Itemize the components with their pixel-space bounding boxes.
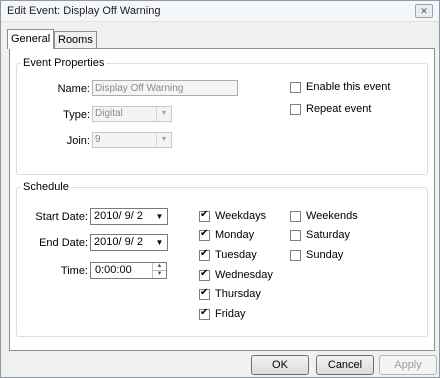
wednesday-label: Wednesday <box>215 269 273 281</box>
monday-label: Monday <box>215 229 255 241</box>
sunday-label: Sunday <box>306 249 344 261</box>
thursday-checkbox[interactable] <box>199 287 210 300</box>
title-bar: Edit Event: Display Off Warning ✕ <box>1 1 439 22</box>
wednesday-checkbox[interactable] <box>199 268 210 281</box>
spinner-arrows-icon[interactable]: ▲ ▼ <box>152 263 166 278</box>
type-select[interactable]: Digital ▼ <box>92 106 172 122</box>
chevron-down-icon[interactable]: ▼ <box>153 236 166 249</box>
event-properties-legend: Event Properties <box>23 57 105 69</box>
weekdays-label: Weekdays <box>215 210 267 222</box>
saturday-checkbox[interactable] <box>290 230 301 241</box>
tuesday-label: Tuesday <box>215 249 257 261</box>
weekends-checkbox[interactable] <box>290 211 301 222</box>
weekends-label: Weekends <box>306 210 358 222</box>
tab-general[interactable]: General <box>7 29 55 49</box>
end-date-value: 2010/ 9/ 2 <box>94 236 143 248</box>
friday-checkbox[interactable] <box>199 307 210 320</box>
join-label: Join: <box>66 135 90 147</box>
chevron-down-icon[interactable]: ▼ <box>156 107 171 121</box>
chevron-down-icon[interactable]: ▼ <box>153 210 166 223</box>
friday-label: Friday <box>215 308 246 320</box>
tuesday-checkbox[interactable] <box>199 248 210 261</box>
ok-button[interactable]: OK <box>251 355 309 375</box>
start-date-picker[interactable]: 2010/ 9/ 2 ▼ <box>90 208 168 225</box>
join-value: 9 <box>95 134 101 145</box>
sunday-checkbox[interactable] <box>290 250 301 261</box>
name-field[interactable]: Display Off Warning <box>92 80 238 96</box>
cancel-button[interactable]: Cancel <box>316 355 374 375</box>
enable-event-label: Enable this event <box>306 81 391 93</box>
weekdays-checkbox[interactable] <box>199 209 210 222</box>
time-value: 0:00:00 <box>95 264 132 276</box>
end-date-label: End Date: <box>39 237 88 249</box>
name-label: Name: <box>57 83 90 95</box>
start-date-label: Start Date: <box>35 211 88 223</box>
enable-event-checkbox[interactable] <box>290 82 301 93</box>
repeat-event-checkbox[interactable] <box>290 104 301 115</box>
join-select[interactable]: 9 ▼ <box>92 132 172 148</box>
time-input[interactable]: 0:00:00 ▲ ▼ <box>90 262 167 279</box>
end-date-picker[interactable]: 2010/ 9/ 2 ▼ <box>90 234 168 251</box>
start-date-value: 2010/ 9/ 2 <box>94 210 143 222</box>
close-icon[interactable]: ✕ <box>415 4 433 18</box>
type-value: Digital <box>95 108 123 119</box>
dialog-window: Edit Event: Display Off Warning ✕ Genera… <box>0 0 440 378</box>
window-title: Edit Event: Display Off Warning <box>7 5 161 17</box>
chevron-down-icon[interactable]: ▼ <box>156 133 171 147</box>
time-label: Time: <box>60 265 88 277</box>
general-tab-panel: Event Properties Name: Display Off Warni… <box>9 48 435 351</box>
type-label: Type: <box>63 109 90 121</box>
monday-checkbox[interactable] <box>199 228 210 241</box>
tab-rooms[interactable]: Rooms <box>54 31 97 49</box>
thursday-label: Thursday <box>215 288 261 300</box>
saturday-label: Saturday <box>306 229 351 241</box>
repeat-event-label: Repeat event <box>306 103 372 115</box>
schedule-legend: Schedule <box>23 181 69 193</box>
apply-button[interactable]: Apply <box>379 355 437 375</box>
